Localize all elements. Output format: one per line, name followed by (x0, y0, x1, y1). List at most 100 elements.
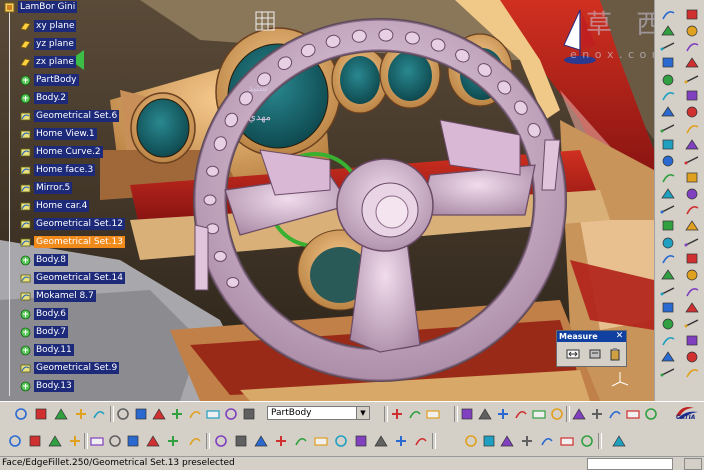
spine-icon[interactable] (659, 332, 677, 348)
tree-item-body-13[interactable]: Body.13 (20, 379, 74, 393)
affinity-icon[interactable] (683, 185, 701, 201)
curve-icon[interactable] (168, 405, 186, 423)
wire-icon[interactable] (659, 267, 677, 283)
pattern-icon[interactable] (659, 202, 677, 218)
offset-icon[interactable] (683, 71, 701, 87)
isoparametric-icon[interactable] (458, 405, 476, 423)
fit-all-icon[interactable] (212, 432, 230, 450)
tree-item-body-8[interactable]: Body.8 (20, 253, 69, 267)
fill-icon[interactable] (659, 88, 677, 104)
axis-icon[interactable] (52, 405, 70, 423)
swap-visible-icon[interactable] (392, 432, 410, 450)
body-select-dropdown[interactable]: PartBody ▼ (267, 406, 370, 420)
law-icon[interactable] (659, 234, 677, 250)
tree-item-yz-plane[interactable]: yz plane (20, 37, 76, 51)
symmetry-icon[interactable] (588, 405, 606, 423)
line-icon[interactable] (683, 22, 701, 38)
draft-icon[interactable] (683, 283, 701, 299)
symmetry-icon[interactable] (683, 169, 701, 185)
sweep-icon[interactable] (222, 405, 240, 423)
tools-icon[interactable] (642, 405, 660, 423)
join-icon[interactable] (659, 104, 677, 120)
tree-item-home-car-4[interactable]: Home car.4 (20, 199, 90, 213)
pan-icon[interactable] (232, 432, 250, 450)
revolve-icon[interactable] (683, 55, 701, 71)
boundary-icon[interactable] (683, 120, 701, 136)
measure-inertia-icon[interactable] (607, 346, 623, 362)
knowledge-icon[interactable] (480, 432, 498, 450)
status-button[interactable] (684, 458, 702, 470)
tree-item-body-6[interactable]: Body.6 (20, 307, 69, 321)
connect-checker-icon[interactable] (476, 405, 494, 423)
cut-icon[interactable] (88, 432, 106, 450)
extrude-icon[interactable] (659, 55, 677, 71)
highlight-icon[interactable] (548, 405, 566, 423)
design-table-icon[interactable] (538, 432, 556, 450)
normal-view-icon[interactable] (312, 432, 330, 450)
wire-icon[interactable] (610, 432, 628, 450)
tree-item-zx-plane[interactable]: zx plane (20, 55, 76, 69)
point-icon[interactable] (659, 22, 677, 38)
analysis-deviation-icon[interactable] (388, 405, 406, 423)
curvature-icon[interactable] (659, 283, 677, 299)
close-icon[interactable]: ✕ (615, 331, 624, 341)
tree-item-geometrical-set-12[interactable]: Geometrical Set.12 (20, 217, 125, 231)
lock-icon[interactable] (558, 432, 576, 450)
view-mode-icon[interactable] (412, 432, 430, 450)
chamfer-icon[interactable] (659, 153, 677, 169)
grid-icon[interactable] (72, 405, 90, 423)
parallel-icon[interactable] (683, 365, 701, 381)
mapping-icon[interactable] (512, 405, 530, 423)
tree-item-home-view-1[interactable]: Home View.1 (20, 127, 97, 141)
tree-item-body-2[interactable]: Body.2 (20, 91, 69, 105)
fillet-icon[interactable] (683, 136, 701, 152)
point-create-icon[interactable] (132, 405, 150, 423)
tree-item-geometrical-set-6[interactable]: Geometrical Set.6 (20, 109, 120, 123)
analysis-icon[interactable] (683, 267, 701, 283)
plane-create-icon[interactable] (659, 39, 677, 55)
zoom-out-icon[interactable] (292, 432, 310, 450)
repetition-icon[interactable] (659, 251, 677, 267)
tree-item-body-11[interactable]: Body.11 (20, 343, 74, 357)
connect-icon[interactable] (659, 299, 677, 315)
near-icon[interactable] (683, 218, 701, 234)
fly-mode-icon[interactable] (12, 405, 30, 423)
shape-icon[interactable] (683, 251, 701, 267)
grid-snap-icon[interactable] (90, 405, 108, 423)
spline-icon[interactable] (659, 316, 677, 332)
boolean-icon[interactable] (624, 405, 642, 423)
copy-icon[interactable] (106, 432, 124, 450)
command-input[interactable] (587, 458, 673, 470)
catalog-icon[interactable] (518, 432, 536, 450)
new-file-icon[interactable] (6, 432, 24, 450)
plane-icon[interactable] (114, 405, 132, 423)
specification-tree[interactable]: LamBor Gini xy plane yz plane zx plane PartB… (0, 0, 130, 401)
blend-icon[interactable] (683, 88, 701, 104)
fill-surface-icon[interactable] (240, 405, 258, 423)
scale-icon[interactable] (570, 405, 588, 423)
sketch-icon[interactable] (659, 6, 677, 22)
hide-show-icon[interactable] (372, 432, 390, 450)
measure-toolbar[interactable]: Measure ✕ (556, 330, 627, 367)
tree-item-mokamel-8-7[interactable]: Mokamel 8.7 (20, 289, 96, 303)
extrapolate-icon[interactable] (683, 202, 701, 218)
draft-analysis-icon[interactable] (406, 405, 424, 423)
tree-item-home-curve-2[interactable]: Home Curve.2 (20, 145, 103, 159)
corner-icon[interactable] (659, 365, 677, 381)
save-icon[interactable] (46, 432, 64, 450)
formula-icon[interactable] (462, 432, 480, 450)
rotate-icon[interactable] (659, 169, 677, 185)
sphere-icon[interactable] (659, 71, 677, 87)
reflect-lines-icon[interactable] (530, 405, 548, 423)
paste-icon[interactable] (124, 432, 142, 450)
split-icon[interactable] (683, 104, 701, 120)
tree-item-home-face-3[interactable]: Home face.3 (20, 163, 96, 177)
chevron-down-icon[interactable]: ▼ (356, 407, 369, 419)
hierarchy-icon[interactable] (578, 432, 596, 450)
conic-icon[interactable] (659, 348, 677, 364)
tree-item-lambor-gini[interactable]: LamBor Gini (4, 0, 78, 14)
tree-item-geometrical-set-14[interactable]: Geometrical Set.14 (20, 271, 125, 285)
tree-item-mirror-5[interactable]: Mirror.5 (20, 181, 73, 195)
translate-icon[interactable] (683, 153, 701, 169)
offset-surface-icon[interactable] (204, 405, 222, 423)
